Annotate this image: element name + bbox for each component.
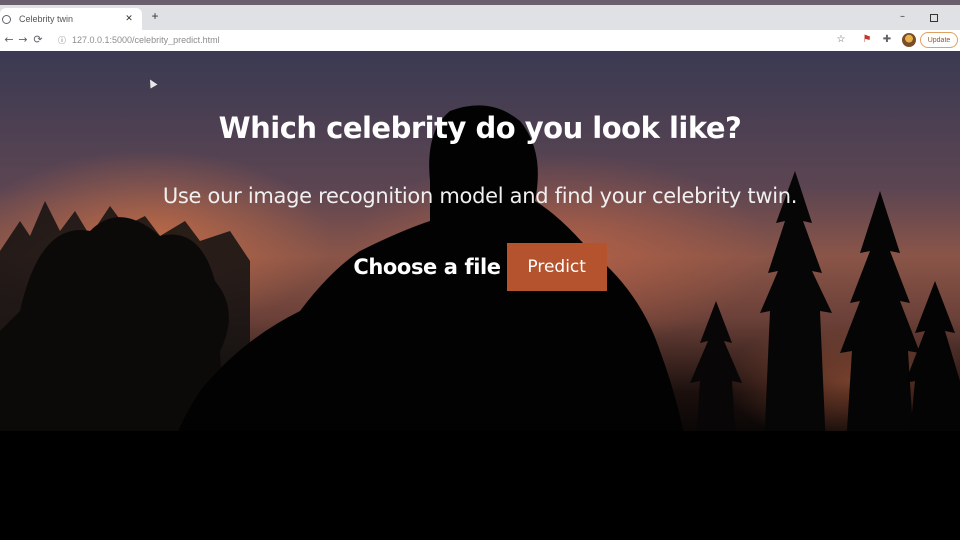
minimize-icon[interactable]: – xyxy=(900,11,905,22)
maximize-icon[interactable] xyxy=(930,14,938,22)
forward-icon[interactable]: → xyxy=(16,33,30,47)
page-content: Which celebrity do you look like? Use ou… xyxy=(0,51,960,540)
browser-toolbar: ← → ⟳ ⓘ 127.0.0.1:5000/celebrity_predict… xyxy=(0,30,960,52)
close-icon[interactable]: ✕ xyxy=(122,14,136,24)
site-info-icon[interactable]: ⓘ xyxy=(58,35,66,46)
profile-avatar[interactable] xyxy=(902,33,916,47)
page-title: Which celebrity do you look like? xyxy=(218,111,742,145)
extension-icon[interactable]: ⚑ xyxy=(860,33,874,47)
back-icon[interactable]: ← xyxy=(2,33,16,47)
url-text: 127.0.0.1:5000/celebrity_predict.html xyxy=(72,35,220,45)
tab-title: Celebrity twin xyxy=(19,14,74,24)
address-bar[interactable]: ⓘ 127.0.0.1:5000/celebrity_predict.html xyxy=(58,32,828,48)
tab-bar: Celebrity twin ✕ + – xyxy=(0,5,960,30)
extensions-puzzle-icon[interactable]: ✚ xyxy=(880,33,894,47)
new-tab-button[interactable]: + xyxy=(148,9,162,23)
bookmark-star-icon[interactable]: ☆ xyxy=(834,33,848,47)
upload-form: Choose a file Predict xyxy=(0,243,960,291)
choose-file-button[interactable]: Choose a file xyxy=(353,255,501,279)
globe-icon xyxy=(2,14,11,24)
page-subtitle: Use our image recognition model and find… xyxy=(162,184,798,208)
update-button[interactable]: Update xyxy=(920,32,958,48)
browser-tab[interactable]: Celebrity twin ✕ xyxy=(0,8,142,30)
reload-icon[interactable]: ⟳ xyxy=(31,33,45,47)
predict-button[interactable]: Predict xyxy=(506,243,607,291)
